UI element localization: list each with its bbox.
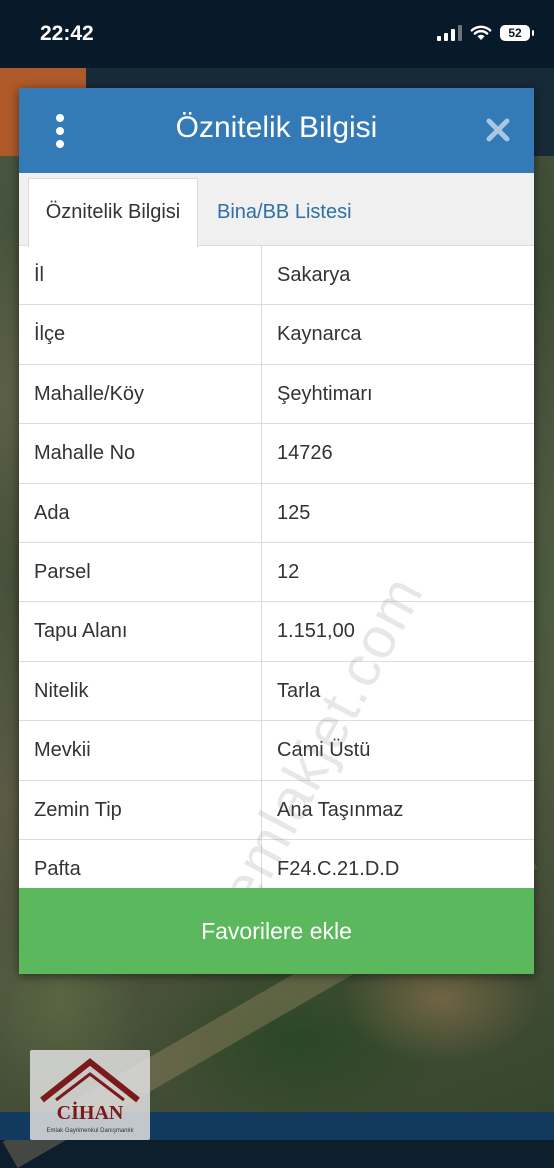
- row-label: Tapu Alanı: [34, 620, 128, 643]
- column-divider: [261, 305, 262, 364]
- table-row: Mevkii Cami Üstü: [19, 721, 534, 781]
- status-icons: 52: [437, 25, 534, 41]
- table-row: Parsel 12: [19, 542, 534, 603]
- column-divider: [261, 661, 262, 721]
- tab-attribute-info[interactable]: Öznitelik Bilgisi: [28, 178, 198, 247]
- column-divider: [261, 424, 262, 483]
- table-row: Nitelik Tarla: [19, 661, 534, 722]
- column-divider: [261, 246, 262, 305]
- row-value: 14726: [277, 442, 333, 465]
- company-logo: CİHAN Emlak Gayrimenkul Danışmanlık: [30, 1050, 150, 1140]
- row-label: Ada: [34, 501, 70, 524]
- logo-subtitle: Emlak Gayrimenkul Danışmanlık: [46, 1128, 134, 1134]
- table-row: İl Sakarya: [19, 246, 534, 306]
- table-row: Mahalle/Köy Şeyhtimarı: [19, 364, 534, 425]
- house-roof-logo-icon: [40, 1058, 140, 1103]
- tab-building-list[interactable]: Bina/BB Listesi: [217, 179, 352, 245]
- row-label: Mahalle No: [34, 442, 136, 465]
- row-label: Zemin Tip: [34, 798, 122, 821]
- row-label: İl: [34, 264, 44, 286]
- row-value: 1.151,00: [277, 620, 355, 643]
- dialog-title: Öznitelik Bilgisi: [175, 111, 378, 144]
- row-value: Ana Taşınmaz: [277, 798, 404, 821]
- row-label: Mevkii: [34, 739, 91, 762]
- column-divider: [261, 364, 262, 424]
- row-value: Şeyhtimarı: [277, 382, 373, 405]
- table-row: Zemin Tip Ana Taşınmaz: [19, 780, 534, 840]
- column-divider: [261, 483, 262, 542]
- close-x-icon[interactable]: [484, 116, 512, 144]
- column-divider: [261, 780, 262, 839]
- dialog-header: Öznitelik Bilgisi: [19, 88, 534, 173]
- row-label: Nitelik: [34, 679, 89, 702]
- table-row: Mahalle No 14726: [19, 424, 534, 484]
- row-value: 125: [277, 501, 311, 524]
- attribute-table: İl Sakarya İlçe Kaynarca Mahalle/Köy Şey…: [19, 246, 534, 900]
- status-bar: 22:42 52: [0, 0, 554, 68]
- row-value: 12: [277, 560, 300, 583]
- row-label: İlçe: [34, 323, 66, 346]
- battery-icon: 52: [500, 25, 534, 41]
- table-row: İlçe Kaynarca: [19, 305, 534, 365]
- row-value: Cami Üstü: [277, 739, 371, 762]
- wifi-icon: [470, 25, 492, 40]
- status-time: 22:42: [40, 22, 94, 45]
- table-row: Ada 125: [19, 483, 534, 543]
- logo-name: CİHAN: [56, 1102, 124, 1124]
- add-to-favorites-button[interactable]: Favorilere ekle: [19, 888, 534, 974]
- attribute-info-dialog: Öznitelik Bilgisi Öznitelik Bilgisi Bina…: [19, 88, 534, 974]
- row-label: Mahalle/Köy: [34, 382, 145, 405]
- cellular-signal-icon: [437, 25, 462, 41]
- row-label: Parsel: [34, 560, 91, 583]
- column-divider: [261, 602, 262, 661]
- tab-bar: Öznitelik Bilgisi Bina/BB Listesi: [19, 173, 534, 247]
- row-value: Sakarya: [277, 264, 351, 286]
- row-value: Tarla: [277, 679, 321, 702]
- column-divider: [261, 542, 262, 602]
- column-divider: [261, 721, 262, 780]
- table-row: Tapu Alanı 1.151,00: [19, 602, 534, 662]
- row-value: Kaynarca: [277, 323, 362, 346]
